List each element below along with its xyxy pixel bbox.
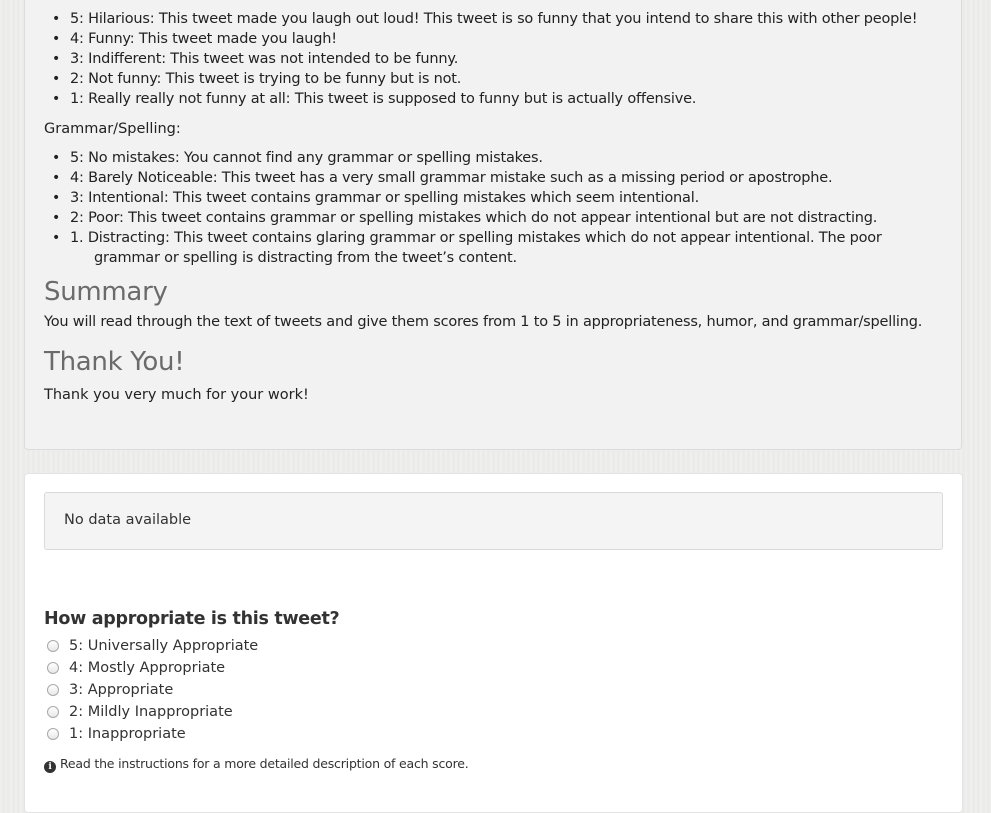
instructions-panel: • 5: Hilarious: This tweet made you laugh… xyxy=(24,0,962,450)
option-label[interactable]: 4: Mostly Appropriate xyxy=(69,658,225,678)
list-item: • 1. Distracting: This tweet contains gla… xyxy=(44,228,956,268)
list-item: • 2: Poor: This tweet contains grammar or… xyxy=(52,210,878,226)
list-item: • 5: No mistakes: You cannot find any gra… xyxy=(52,150,543,166)
humor-rating-4: 4: Funny: This tweet made you laugh! xyxy=(70,31,337,47)
grammar-rating-3: 3: Intentional: This tweet contains gram… xyxy=(70,190,699,206)
list-item: • 3: Indifferent: This tweet was not inte… xyxy=(52,51,459,67)
grammar-rating-4: 4: Barely Noticeable: This tweet has a v… xyxy=(70,170,833,186)
radio-button[interactable] xyxy=(47,684,59,696)
task-panel: No data available How appropriate is thi… xyxy=(24,473,963,813)
grammar-rating-list: • 5: No mistakes: You cannot find any gra… xyxy=(44,148,956,268)
tweet-text: No data available xyxy=(64,512,192,528)
humor-rating-3: 3: Indifferent: This tweet was not inten… xyxy=(70,51,459,67)
grammar-rating-1: 1. Distracting: This tweet contains glar… xyxy=(70,230,882,266)
info-circle-icon: i xyxy=(44,761,56,773)
list-item: • 5: Hilarious: This tweet made you laugh… xyxy=(52,11,918,27)
grammar-rating-2: 2: Poor: This tweet contains grammar or … xyxy=(70,210,878,226)
radio-button[interactable] xyxy=(47,662,59,674)
instructions-hint: i Read the instructions for a more detail… xyxy=(44,756,469,773)
option-label[interactable]: 1: Inappropriate xyxy=(69,724,186,744)
option-label[interactable]: 5: Universally Appropriate xyxy=(69,636,258,656)
thank-you-text: Thank you very much for your work! xyxy=(44,387,309,403)
list-item: • 4: Funny: This tweet made you laugh! xyxy=(52,31,337,47)
humor-rating-list: • 5: Hilarious: This tweet made you laugh… xyxy=(44,9,918,109)
thank-you-heading: Thank You! xyxy=(44,347,185,377)
radio-button[interactable] xyxy=(47,706,59,718)
summary-text: You will read through the text of tweets… xyxy=(44,314,923,330)
radio-button[interactable] xyxy=(47,640,59,652)
option-label[interactable]: 2: Mildly Inappropriate xyxy=(69,702,233,722)
question-title: How appropriate is this tweet? xyxy=(44,609,340,629)
grammar-label: Grammar/Spelling: xyxy=(44,121,181,137)
humor-rating-2: 2: Not funny: This tweet is trying to be… xyxy=(70,71,462,87)
list-item: • 3: Intentional: This tweet contains gra… xyxy=(52,190,699,206)
list-item: • 2: Not funny: This tweet is trying to b… xyxy=(52,71,462,87)
option-label[interactable]: 3: Appropriate xyxy=(69,680,173,700)
radio-button[interactable] xyxy=(47,728,59,740)
list-item: • 1: Really really not funny at all: This… xyxy=(52,91,697,107)
hint-text: Read the instructions for a more detaile… xyxy=(60,756,469,771)
humor-rating-1: 1: Really really not funny at all: This … xyxy=(70,91,697,107)
list-item: • 4: Barely Noticeable: This tweet has a … xyxy=(52,170,833,186)
grammar-rating-5: 5: No mistakes: You cannot find any gram… xyxy=(70,150,543,166)
humor-rating-5: 5: Hilarious: This tweet made you laugh … xyxy=(70,11,918,27)
tweet-box: No data available xyxy=(44,492,943,550)
summary-heading: Summary xyxy=(44,277,168,307)
